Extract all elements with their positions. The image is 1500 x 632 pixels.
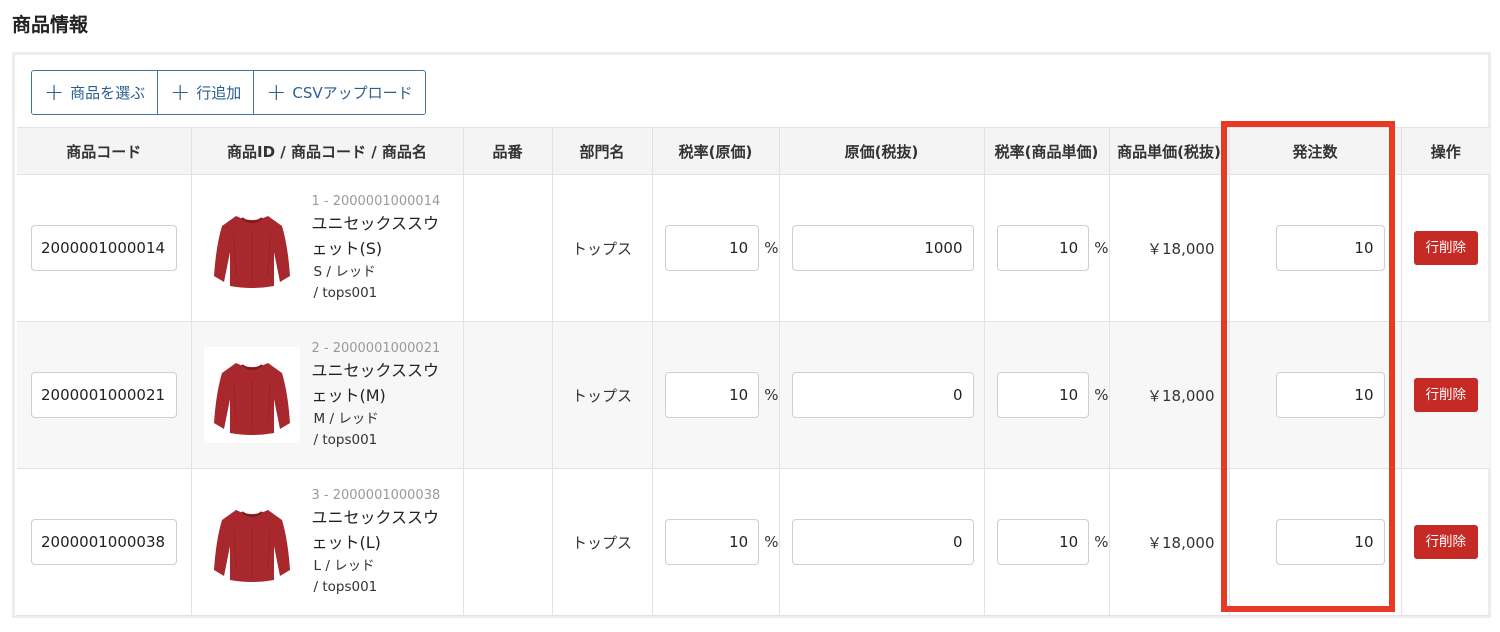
- percent-sign: %: [1094, 239, 1109, 257]
- percent-sign: %: [1094, 386, 1109, 404]
- percent-sign: %: [764, 239, 779, 257]
- product-code-input[interactable]: 2000001000038: [31, 519, 177, 565]
- tax-rate-cost-input[interactable]: 10: [664, 519, 760, 565]
- product-code-input[interactable]: 2000001000014: [31, 225, 177, 271]
- col-header-tax-cost: 税率(原価): [652, 127, 780, 175]
- product-id: 1 - 2000001000014: [311, 194, 441, 210]
- plus-icon: +: [170, 77, 191, 106]
- delete-row-button[interactable]: 行削除: [1413, 525, 1478, 559]
- table-header: 商品コード 商品ID / 商品コード / 商品名 品番 部門名 税率(原価) 原…: [17, 127, 1490, 175]
- col-header-unit-price: 商品単価(税抜): [1109, 127, 1230, 175]
- product-name-line1: ユニセックススウ: [311, 214, 440, 234]
- product-name-line1: ユニセックススウ: [311, 508, 440, 528]
- col-header-department: 部門名: [552, 127, 653, 175]
- col-header-quantity: 発注数: [1229, 127, 1402, 175]
- product-code-input[interactable]: 2000001000021: [31, 372, 177, 418]
- plus-icon: +: [44, 77, 65, 106]
- product-sku: / tops001: [313, 578, 378, 595]
- product-sku: / tops001: [313, 431, 378, 448]
- product-variant: L / レッド: [313, 557, 375, 574]
- col-header-actions: 操作: [1401, 127, 1490, 175]
- tax-rate-cost-input[interactable]: 10: [664, 225, 760, 271]
- department-cell: トップス: [552, 468, 653, 616]
- percent-sign: %: [764, 386, 779, 404]
- product-name-line1: ユニセックススウ: [311, 361, 440, 381]
- delete-row-button[interactable]: 行削除: [1413, 231, 1478, 265]
- section-title: 商品情報: [12, 14, 89, 36]
- tax-rate-price-input[interactable]: 10: [996, 519, 1090, 565]
- tax-rate-price-input[interactable]: 10: [996, 225, 1090, 271]
- product-panel: + 商品を選ぶ + 行追加 + CSVアップロード 商品コード 商品ID / 商…: [12, 52, 1491, 618]
- product-name-line2: ェット(M): [311, 386, 386, 406]
- product-cell: 1 - 2000001000014 ユニセックススウ ェット(S) S / レッ…: [192, 192, 463, 304]
- order-quantity-input[interactable]: 10: [1275, 519, 1385, 565]
- part-number-cell: [463, 174, 553, 322]
- toolbar: + 商品を選ぶ + 行追加 + CSVアップロード: [31, 70, 426, 115]
- csv-upload-label: CSVアップロード: [292, 84, 413, 102]
- col-header-part-no: 品番: [463, 127, 553, 175]
- sweater-thumbnail: [203, 346, 300, 443]
- product-variant: S / レッド: [313, 263, 376, 280]
- unit-price-cell: ￥18,000: [1109, 321, 1230, 469]
- percent-sign: %: [764, 533, 779, 551]
- col-header-product: 商品ID / 商品コード / 商品名: [191, 127, 464, 175]
- table-row: 2000001000038 3 - 2000001000038 ユニセックススウ…: [17, 468, 1490, 616]
- cost-input[interactable]: 0: [791, 519, 974, 565]
- select-product-label: 商品を選ぶ: [70, 84, 146, 102]
- product-cell: 2 - 2000001000021 ユニセックススウ ェット(M) M / レッ…: [192, 339, 463, 451]
- cost-input[interactable]: 0: [791, 372, 974, 418]
- add-row-label: 行追加: [196, 84, 242, 102]
- col-header-cost: 原価(税抜): [779, 127, 985, 175]
- product-name-line2: ェット(S): [311, 239, 383, 259]
- tax-rate-cost-input[interactable]: 10: [664, 372, 760, 418]
- product-sku: / tops001: [313, 284, 378, 301]
- select-product-button[interactable]: + 商品を選ぶ: [32, 71, 159, 114]
- delete-row-button[interactable]: 行削除: [1413, 378, 1478, 412]
- product-variant: M / レッド: [313, 410, 379, 427]
- part-number-cell: [463, 321, 553, 469]
- unit-price-cell: ￥18,000: [1109, 174, 1230, 322]
- tax-rate-price-input[interactable]: 10: [996, 372, 1090, 418]
- unit-price-cell: ￥18,000: [1109, 468, 1230, 616]
- sweater-thumbnail: [203, 199, 300, 296]
- product-table: 商品コード 商品ID / 商品コード / 商品名 品番 部門名 税率(原価) 原…: [17, 127, 1490, 616]
- part-number-cell: [463, 468, 553, 616]
- department-cell: トップス: [552, 174, 653, 322]
- table-row: 2000001000021 2 - 2000001000021 ユニセックススウ…: [17, 321, 1490, 469]
- order-quantity-input[interactable]: 10: [1275, 225, 1385, 271]
- cost-input[interactable]: 1000: [791, 225, 974, 271]
- order-quantity-input[interactable]: 10: [1275, 372, 1385, 418]
- product-name-line2: ェット(L): [311, 533, 381, 553]
- csv-upload-button[interactable]: + CSVアップロード: [254, 71, 425, 114]
- plus-icon: +: [266, 77, 287, 106]
- product-id: 3 - 2000001000038: [311, 488, 441, 504]
- col-header-code: 商品コード: [17, 127, 192, 175]
- add-row-button[interactable]: + 行追加: [158, 71, 255, 114]
- sweater-thumbnail: [203, 493, 300, 590]
- percent-sign: %: [1094, 533, 1109, 551]
- product-id: 2 - 2000001000021: [311, 341, 441, 357]
- product-cell: 3 - 2000001000038 ユニセックススウ ェット(L) L / レッ…: [192, 486, 463, 598]
- department-cell: トップス: [552, 321, 653, 469]
- col-header-tax-price: 税率(商品単価): [984, 127, 1110, 175]
- table-row: 2000001000014 1 - 2000001000014 ユニセックススウ…: [17, 174, 1490, 322]
